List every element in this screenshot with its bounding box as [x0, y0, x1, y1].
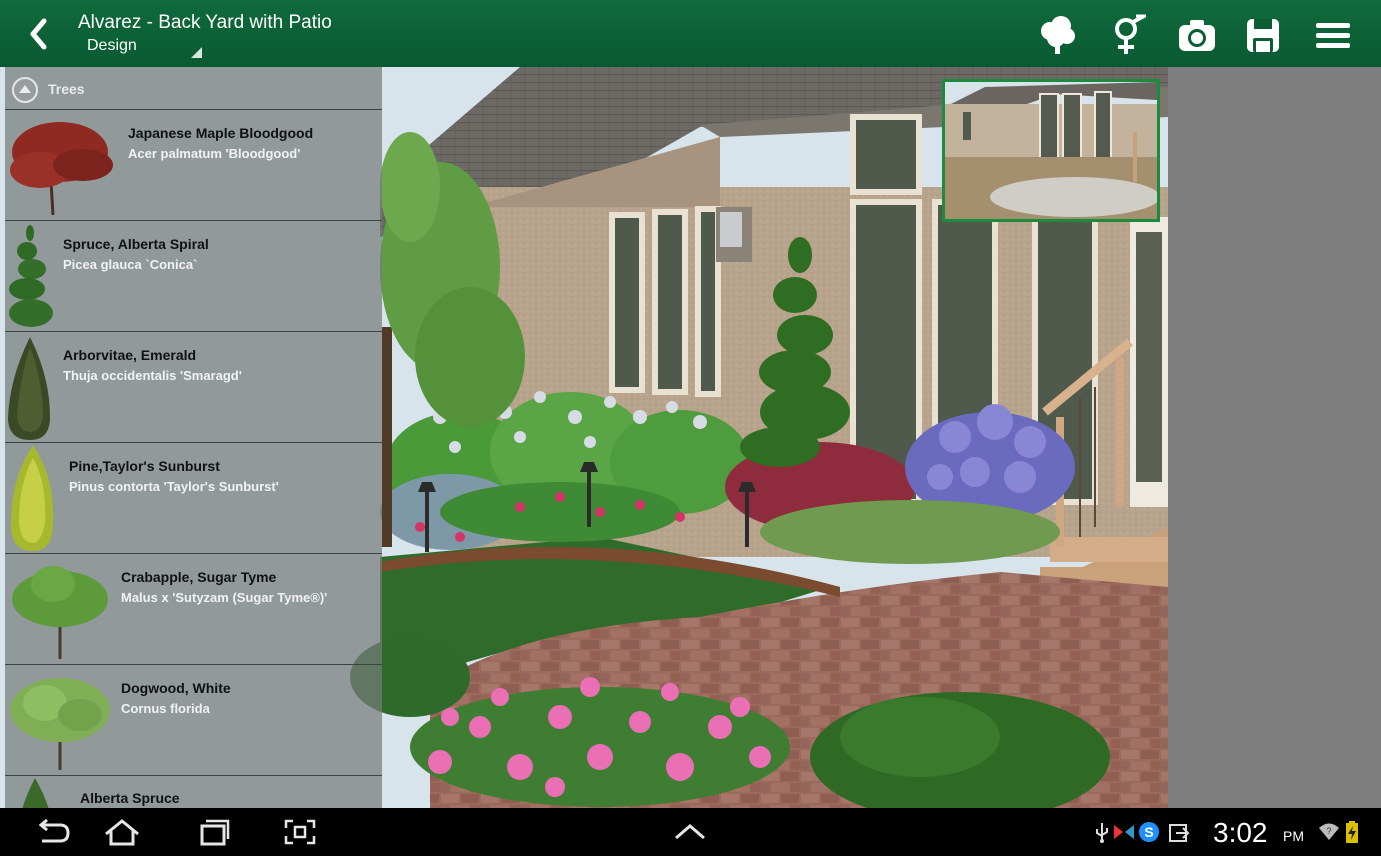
dogwood-image	[10, 678, 110, 770]
plant-item-alberta-spiral-spruce[interactable]: Spruce, Alberta Spiral Picea glauca `Con…	[5, 221, 382, 332]
svg-text:?: ?	[1326, 826, 1331, 836]
project-title: Alvarez - Back Yard with Patio	[78, 12, 332, 33]
screenshot-icon	[284, 819, 316, 845]
back-button[interactable]	[18, 12, 64, 56]
tree-icon[interactable]	[1034, 14, 1080, 56]
view-mode-label: Design	[87, 37, 137, 54]
home-icon	[105, 819, 139, 846]
menu-icon[interactable]	[1310, 14, 1356, 56]
plant-catalog-panel: Trees Japanese Maple Bloodgood Acer palm…	[5, 67, 382, 808]
system-nav-bar: S 3:02 PM ?	[0, 808, 1381, 856]
dropdown-triangle-icon	[191, 47, 202, 58]
clock-ampm: PM	[1283, 828, 1304, 844]
plant-item-white-dogwood[interactable]: Dogwood, White Cornus florida	[5, 665, 382, 776]
plant-latin-name: Thuja occidentalis 'Smaragd'	[63, 368, 242, 383]
plant-item-emerald-arborvitae[interactable]: Arborvitae, Emerald Thuja occidentalis '…	[5, 332, 382, 443]
chevron-up-icon	[675, 824, 705, 840]
plant-latin-name: Pinus contorta 'Taylor's Sunburst'	[69, 479, 279, 494]
plant-latin-name: Picea glauca `Conica`	[63, 257, 198, 272]
back-arrow-icon	[38, 818, 70, 843]
right-panel-empty	[1168, 67, 1381, 808]
usb-icon	[1094, 820, 1110, 844]
action-bar: Alvarez - Back Yard with Patio Design	[0, 0, 1381, 68]
japanese-maple-image	[10, 122, 113, 216]
recents-nav-button[interactable]	[192, 816, 236, 848]
battery-charging-icon	[1345, 820, 1359, 844]
plant-latin-name: Cornus florida	[121, 701, 210, 716]
svg-text:S: S	[1144, 824, 1153, 840]
plant-name: Crabapple, Sugar Tyme	[121, 569, 277, 585]
original-photo-thumbnail[interactable]	[942, 79, 1160, 222]
recent-apps-icon	[200, 819, 230, 846]
plant-item-japanese-maple[interactable]: Japanese Maple Bloodgood Acer palmatum '…	[5, 110, 382, 221]
home-nav-button[interactable]	[100, 816, 144, 848]
original-photo-image	[945, 82, 1157, 219]
skype-icon: S	[1138, 820, 1160, 844]
save-icon[interactable]	[1240, 14, 1286, 56]
download-complete-icon	[1168, 820, 1190, 844]
camera-icon[interactable]	[1174, 14, 1220, 56]
crabapple-image	[12, 566, 108, 659]
plant-name: Dogwood, White	[121, 680, 231, 696]
search-plant-icon[interactable]	[1106, 14, 1152, 56]
plant-name: Alberta Spruce	[80, 790, 180, 806]
plant-latin-name: Acer palmatum 'Bloodgood'	[128, 146, 301, 161]
plant-name: Spruce, Alberta Spiral	[63, 236, 209, 252]
screenshot-nav-button[interactable]	[278, 816, 322, 848]
plant-name: Japanese Maple Bloodgood	[128, 125, 314, 141]
collapse-category-button[interactable]	[12, 77, 38, 103]
plant-name: Arborvitae, Emerald	[63, 347, 197, 363]
back-nav-button[interactable]	[30, 816, 74, 848]
plant-name: Pine,Taylor's Sunburst	[69, 458, 220, 474]
expand-up-button[interactable]	[668, 816, 712, 848]
plant-item-taylors-sunburst-pine[interactable]: Pine,Taylor's Sunburst Pinus contorta 'T…	[5, 443, 382, 554]
plant-item-alberta-spruce[interactable]: Alberta Spruce	[5, 776, 382, 808]
bowtie-app-icon	[1113, 820, 1135, 844]
plant-latin-name: Malus x 'Sutyzam (Sugar Tyme®)'	[121, 590, 328, 605]
wifi-icon: ?	[1318, 820, 1340, 844]
chevron-left-icon	[30, 18, 47, 50]
plant-item-sugar-tyme-crabapple[interactable]: Crabapple, Sugar Tyme Malus x 'Sutyzam (…	[5, 554, 382, 665]
category-label: Trees	[48, 81, 85, 97]
category-header: Trees	[5, 67, 382, 110]
clock-time: 3:02	[1213, 817, 1268, 848]
